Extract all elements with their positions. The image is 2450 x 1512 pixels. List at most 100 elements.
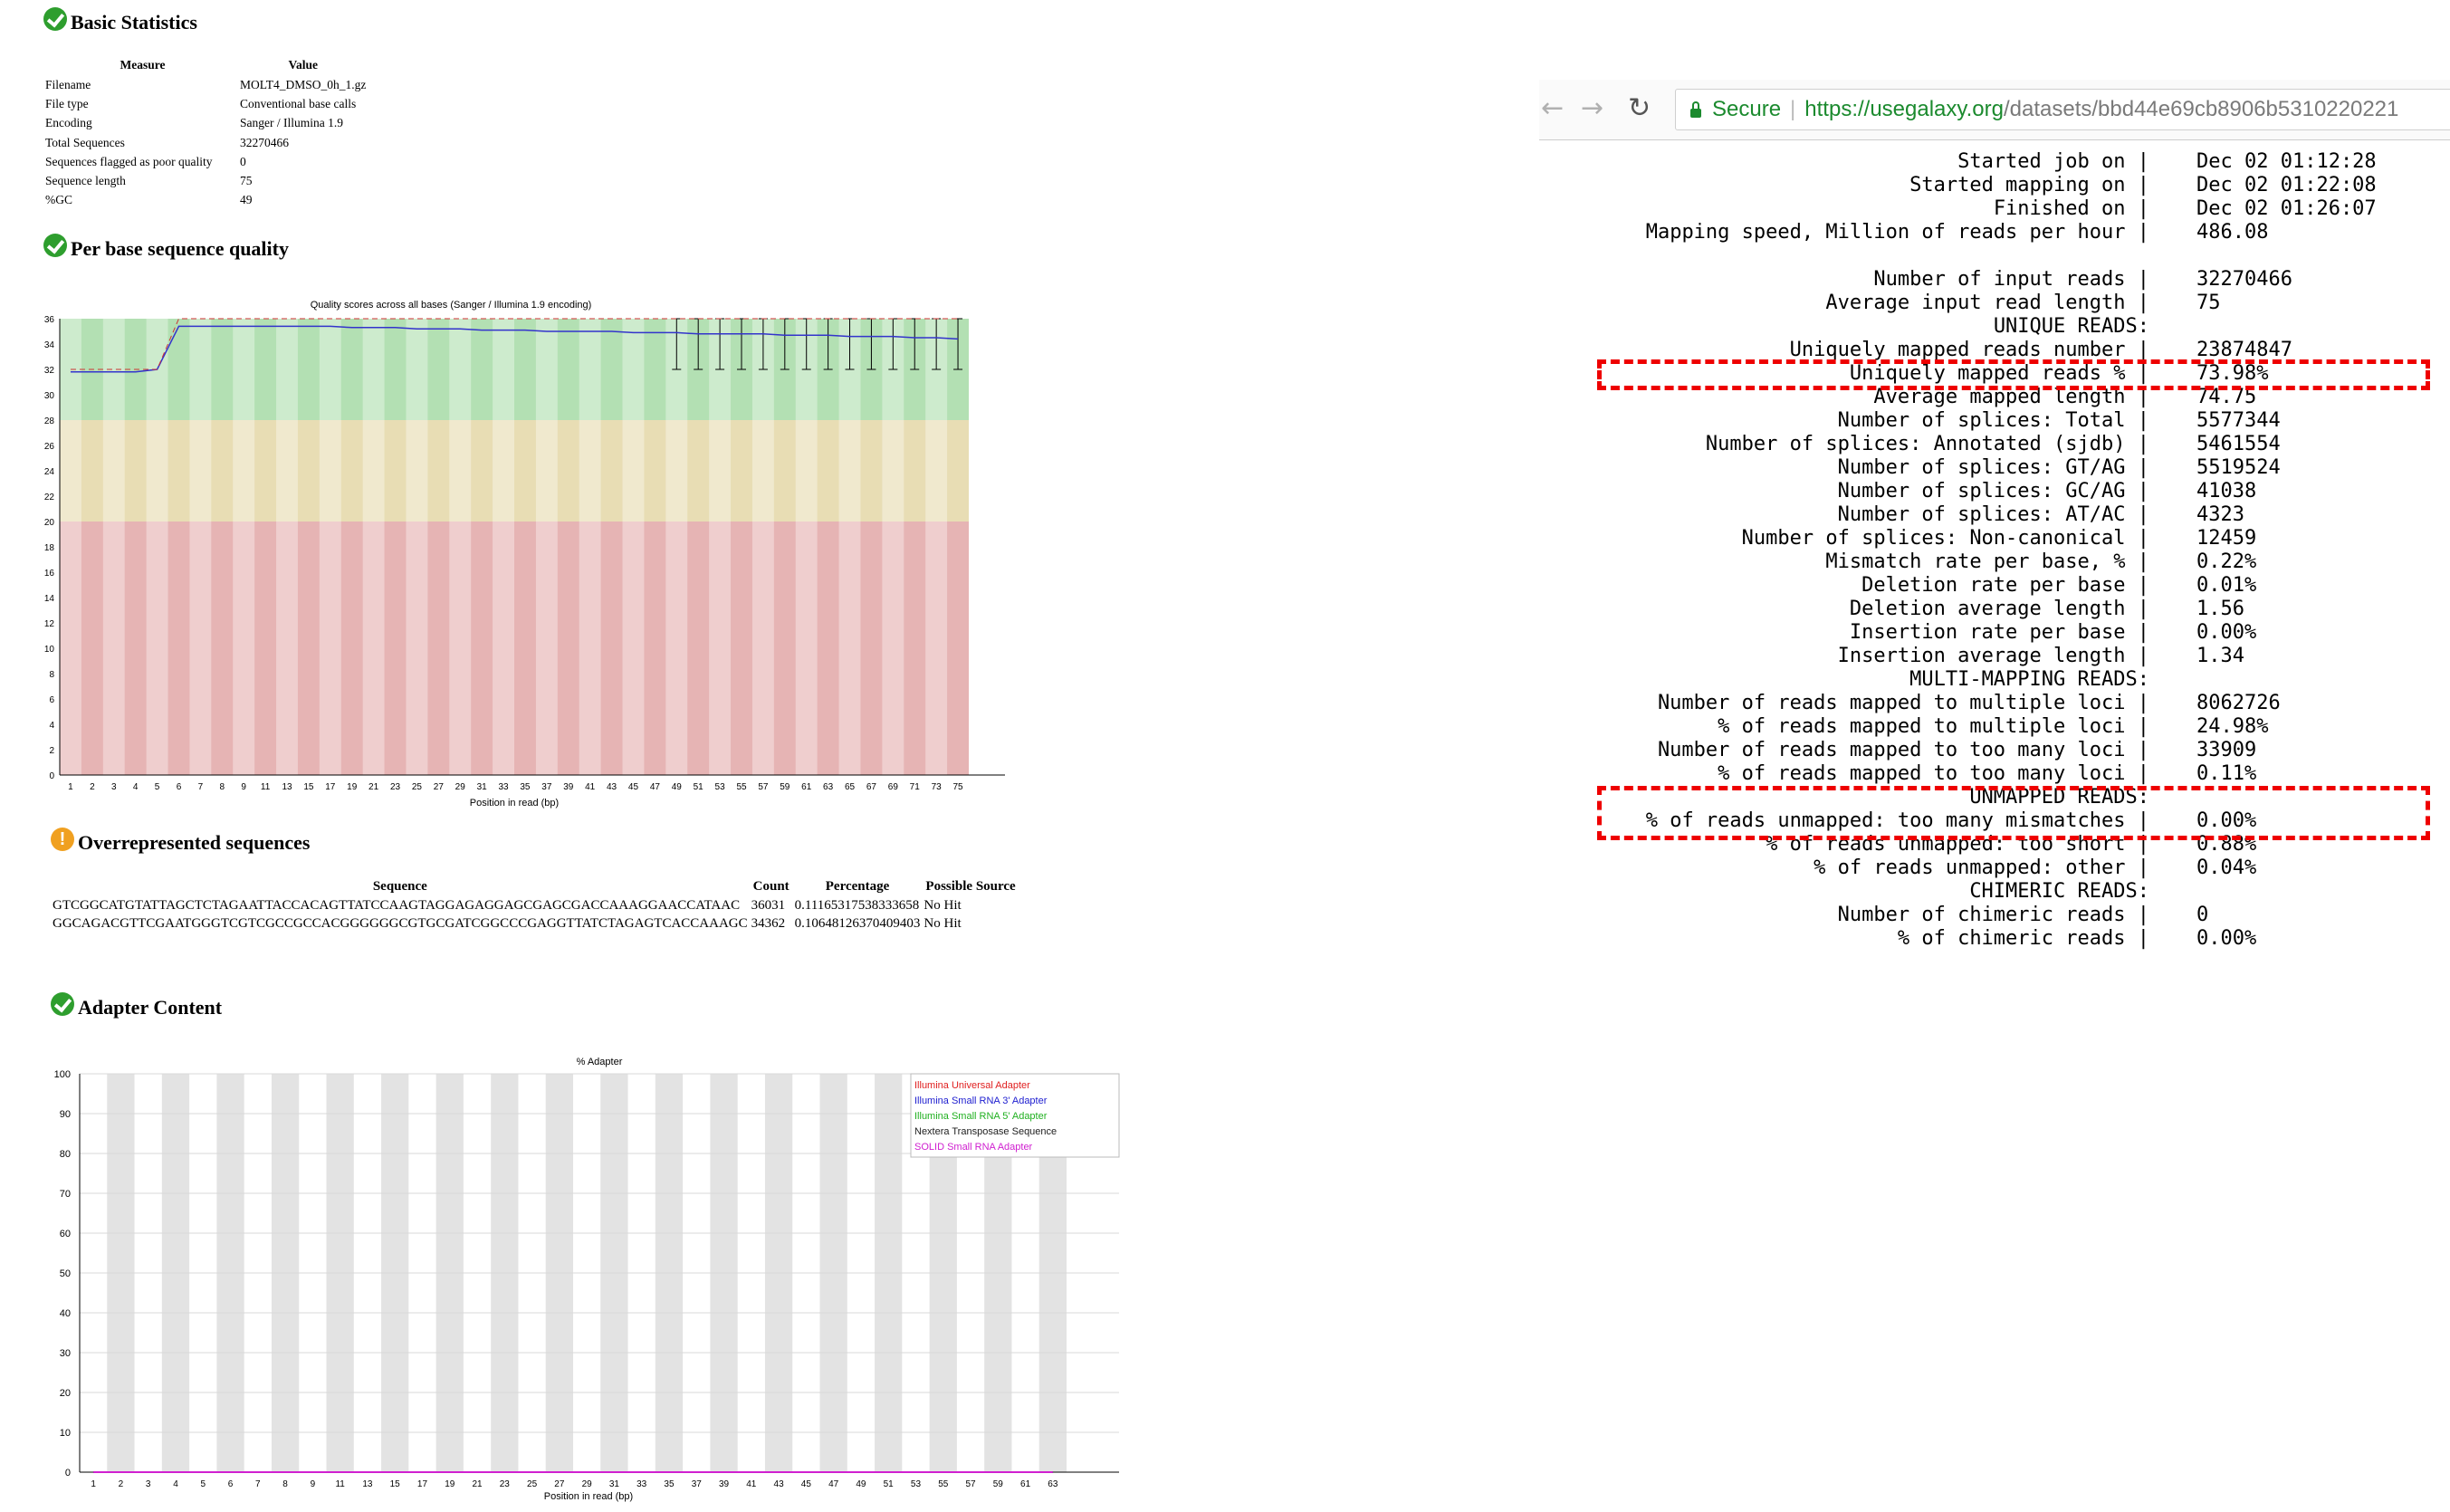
log-row: Number of splices: Annotated (sjdb) | 546… [1539, 433, 2377, 456]
x-tick-label: 57 [758, 782, 769, 792]
column-stripe [406, 319, 428, 775]
x-tick-label: 15 [390, 1479, 401, 1489]
table-row: %GC 49 [45, 191, 366, 210]
x-tick-label: 45 [628, 782, 639, 792]
x-tick-label: 17 [325, 782, 336, 792]
x-tick-label: 29 [582, 1479, 593, 1489]
x-tick-label: 5 [200, 1479, 206, 1489]
basic-statistics-heading: Basic Statistics [43, 7, 197, 34]
count-cell: 34362 [751, 915, 786, 931]
x-tick-label: 47 [828, 1479, 839, 1489]
column-stripe [493, 319, 514, 775]
log-label: Insertion rate per base | [1849, 621, 2149, 644]
measure-cell: Sequence length [45, 174, 126, 188]
log-label: Number of input reads | [1873, 268, 2149, 291]
log-value: 8062726 [2196, 692, 2281, 714]
column-stripe [276, 319, 298, 775]
column-stripe [233, 319, 255, 775]
x-tick-label: 27 [554, 1479, 565, 1489]
log-label: % of reads mapped to too many loci | [1718, 762, 2149, 785]
log-row: Number of splices: GT/AG | 5519524 [1539, 456, 2377, 480]
x-tick-label: 37 [692, 1479, 703, 1489]
x-tick-label: 65 [845, 782, 856, 792]
log-row: Mapping speed, Million of reads per hour… [1539, 221, 2377, 244]
x-tick-label: 11 [261, 782, 271, 792]
log-label: Number of splices: GT/AG | [1837, 456, 2149, 479]
basic-statistics-table: Measure Value Filename MOLT4_DMSO_0h_1.gz… [45, 58, 366, 210]
x-tick-label: 43 [607, 782, 617, 792]
log-row: Number of splices: AT/AC | 4323 [1539, 503, 2377, 527]
x-tick-label: 17 [417, 1479, 428, 1489]
source-header: Possible Source [925, 878, 1016, 894]
y-tick-label: 0 [49, 771, 54, 781]
x-tick-label: 53 [715, 782, 726, 792]
x-tick-label: 53 [911, 1479, 922, 1489]
x-tick-label: 51 [884, 1479, 895, 1489]
log-row: Number of reads mapped to multiple loci … [1539, 692, 2377, 715]
log-row: Number of chimeric reads | 0 [1539, 904, 2377, 927]
x-tick-label: 3 [146, 1479, 151, 1489]
y-tick-label: 100 [54, 1069, 71, 1080]
x-tick-label: 69 [888, 782, 899, 792]
log-value: 486.08 [2196, 221, 2269, 244]
column-stripe [795, 319, 818, 775]
column-stripe [665, 319, 688, 775]
source-cell: No Hit [924, 897, 962, 913]
sequence-cell: GGCAGACGTTCGAATGGGTCGTCGCCGCCACGGGGGGCGT… [53, 915, 748, 931]
x-tick-label: 63 [823, 782, 834, 792]
log-value: 41038 [2196, 480, 2257, 502]
log-row: Number of splices: GC/AG | 41038 [1539, 480, 2377, 503]
log-section-row: MULTI-MAPPING READS: [1539, 668, 2377, 692]
log-label: Finished on | [1993, 197, 2149, 220]
arrow-right-icon[interactable]: → [1581, 92, 1603, 124]
table-header-row: Sequence Count Percentage Possible Sourc… [51, 876, 1019, 896]
url-host: https://usegalaxy.org [1804, 97, 2004, 121]
x-tick-label: 49 [672, 782, 683, 792]
highlight-unmapped-mismatches [1597, 786, 2430, 840]
table-row: GTCGGCATGTATTAGCTCTAGAATTACCACAGTTATCCAA… [51, 896, 1019, 914]
log-label: % of reads mapped to multiple loci | [1718, 715, 2149, 738]
x-tick-label: 45 [801, 1479, 812, 1489]
y-tick-label: 0 [65, 1468, 71, 1479]
log-label: Started mapping on | [1909, 174, 2149, 196]
log-row: % of reads mapped to multiple loci | 24.9… [1539, 715, 2377, 739]
x-tick-label: 15 [303, 782, 314, 792]
overrepresented-title: Overrepresented sequences [78, 831, 311, 854]
arrow-left-icon[interactable]: ← [1541, 92, 1564, 124]
legend-entry: SOLID Small RNA Adapter [914, 1142, 1033, 1153]
x-tick-label: 2 [119, 1479, 124, 1489]
legend: Illumina Universal Adapter Illumina Small… [910, 1073, 1120, 1158]
log-section-row: CHIMERIC READS: [1539, 880, 2377, 904]
y-tick-label: 14 [44, 594, 55, 604]
log-label: Deletion rate per base | [1861, 574, 2149, 597]
y-tick-label: 28 [44, 416, 55, 426]
sequence-header: Sequence [372, 878, 427, 894]
x-tick-label: 31 [609, 1479, 620, 1489]
value-cell: MOLT4_DMSO_0h_1.gz [240, 77, 367, 91]
address-bar[interactable]: Secure | https://usegalaxy.org/datasets/… [1675, 89, 2450, 130]
x-tick-label: 35 [520, 782, 531, 792]
y-tick-label: 70 [60, 1189, 71, 1200]
x-tick-label: 13 [362, 1479, 373, 1489]
warning-icon: ! [51, 828, 74, 851]
measure-cell: File type [45, 96, 89, 110]
x-tick-label: 41 [585, 782, 596, 792]
y-tick-label: 12 [44, 619, 55, 629]
adapter-chart: % Adapter01020304050607080901001 2 3 4 5 6 7 8 9… [54, 1057, 1120, 1502]
column-stripe [102, 319, 125, 775]
log-label: Number of splices: AT/AC | [1837, 503, 2149, 526]
reload-icon[interactable]: ↻ [1628, 92, 1651, 124]
x-tick-label: 35 [664, 1479, 675, 1489]
log-section-header: UNIQUE READS: [1993, 315, 2149, 338]
table-row: Encoding Sanger / Illumina 1.9 [45, 114, 366, 133]
x-tick-label: 51 [694, 782, 704, 792]
chart-title: % Adapter [577, 1057, 623, 1067]
log-value: 0.00% [2196, 621, 2257, 644]
x-tick-label: 21 [472, 1479, 483, 1489]
y-tick-label: 4 [49, 721, 54, 731]
log-label: Number of splices: Annotated (sjdb) | [1705, 433, 2149, 455]
log-value: 0.04% [2196, 856, 2257, 879]
log-label: % of reads unmapped: other | [1814, 856, 2149, 879]
x-tick-label: 71 [910, 782, 921, 792]
measure-header: Measure [120, 58, 166, 72]
